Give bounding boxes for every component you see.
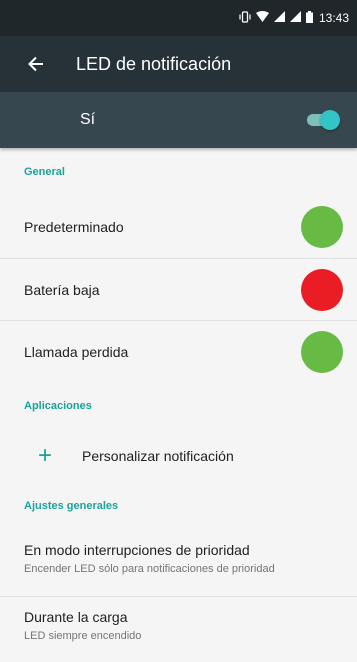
signal-icon	[289, 11, 301, 25]
setting-summary: Encender LED sólo para notificaciones de…	[24, 563, 275, 575]
plus-icon: +	[38, 442, 53, 469]
wifi-icon	[255, 10, 269, 26]
signal-icon	[273, 11, 285, 25]
setting-summary: LED siempre encendido	[24, 630, 142, 642]
master-switch-bar[interactable]: Sí	[0, 92, 357, 148]
setting-while-charging[interactable]: Durante la carga LED siempre encendido	[0, 596, 357, 662]
section-header-general: General	[24, 166, 65, 178]
master-switch-label: Sí	[80, 111, 96, 128]
color-dot	[301, 330, 343, 373]
arrow-back-icon[interactable]	[24, 52, 48, 76]
page-title: LED de notificación	[76, 53, 232, 74]
setting-low-battery-color[interactable]: Batería baja	[0, 258, 357, 320]
section-header-apps: Aplicaciones	[24, 400, 92, 412]
setting-label: Predeterminado	[24, 219, 124, 235]
settings-list: General Predeterminado Batería baja Llam…	[0, 148, 357, 662]
app-bar: LED de notificación	[0, 36, 357, 92]
setting-missed-call-color[interactable]: Llamada perdida	[0, 320, 357, 382]
setting-title: Durante la carga	[24, 609, 128, 625]
add-custom-notification-label: Personalizar notificación	[82, 448, 234, 464]
setting-default-color[interactable]: Predeterminado	[0, 196, 357, 258]
setting-label: Llamada perdida	[24, 343, 129, 360]
switch-thumb	[320, 110, 340, 130]
status-bar: 13:43	[0, 0, 357, 36]
status-time: 13:43	[318, 11, 349, 25]
add-custom-notification-button[interactable]: + Personalizar notificación	[0, 430, 357, 482]
section-header-general-settings: Ajustes generales	[24, 500, 119, 512]
color-dot	[301, 268, 343, 311]
color-dot	[301, 206, 343, 248]
vibrate-icon	[239, 10, 251, 26]
led-toggle-switch[interactable]	[305, 110, 340, 130]
setting-title: En modo interrupciones de prioridad	[24, 542, 250, 558]
setting-label: Batería baja	[24, 281, 100, 298]
battery-icon	[305, 10, 313, 26]
setting-priority-mode[interactable]: En modo interrupciones de prioridad Ence…	[0, 530, 357, 596]
